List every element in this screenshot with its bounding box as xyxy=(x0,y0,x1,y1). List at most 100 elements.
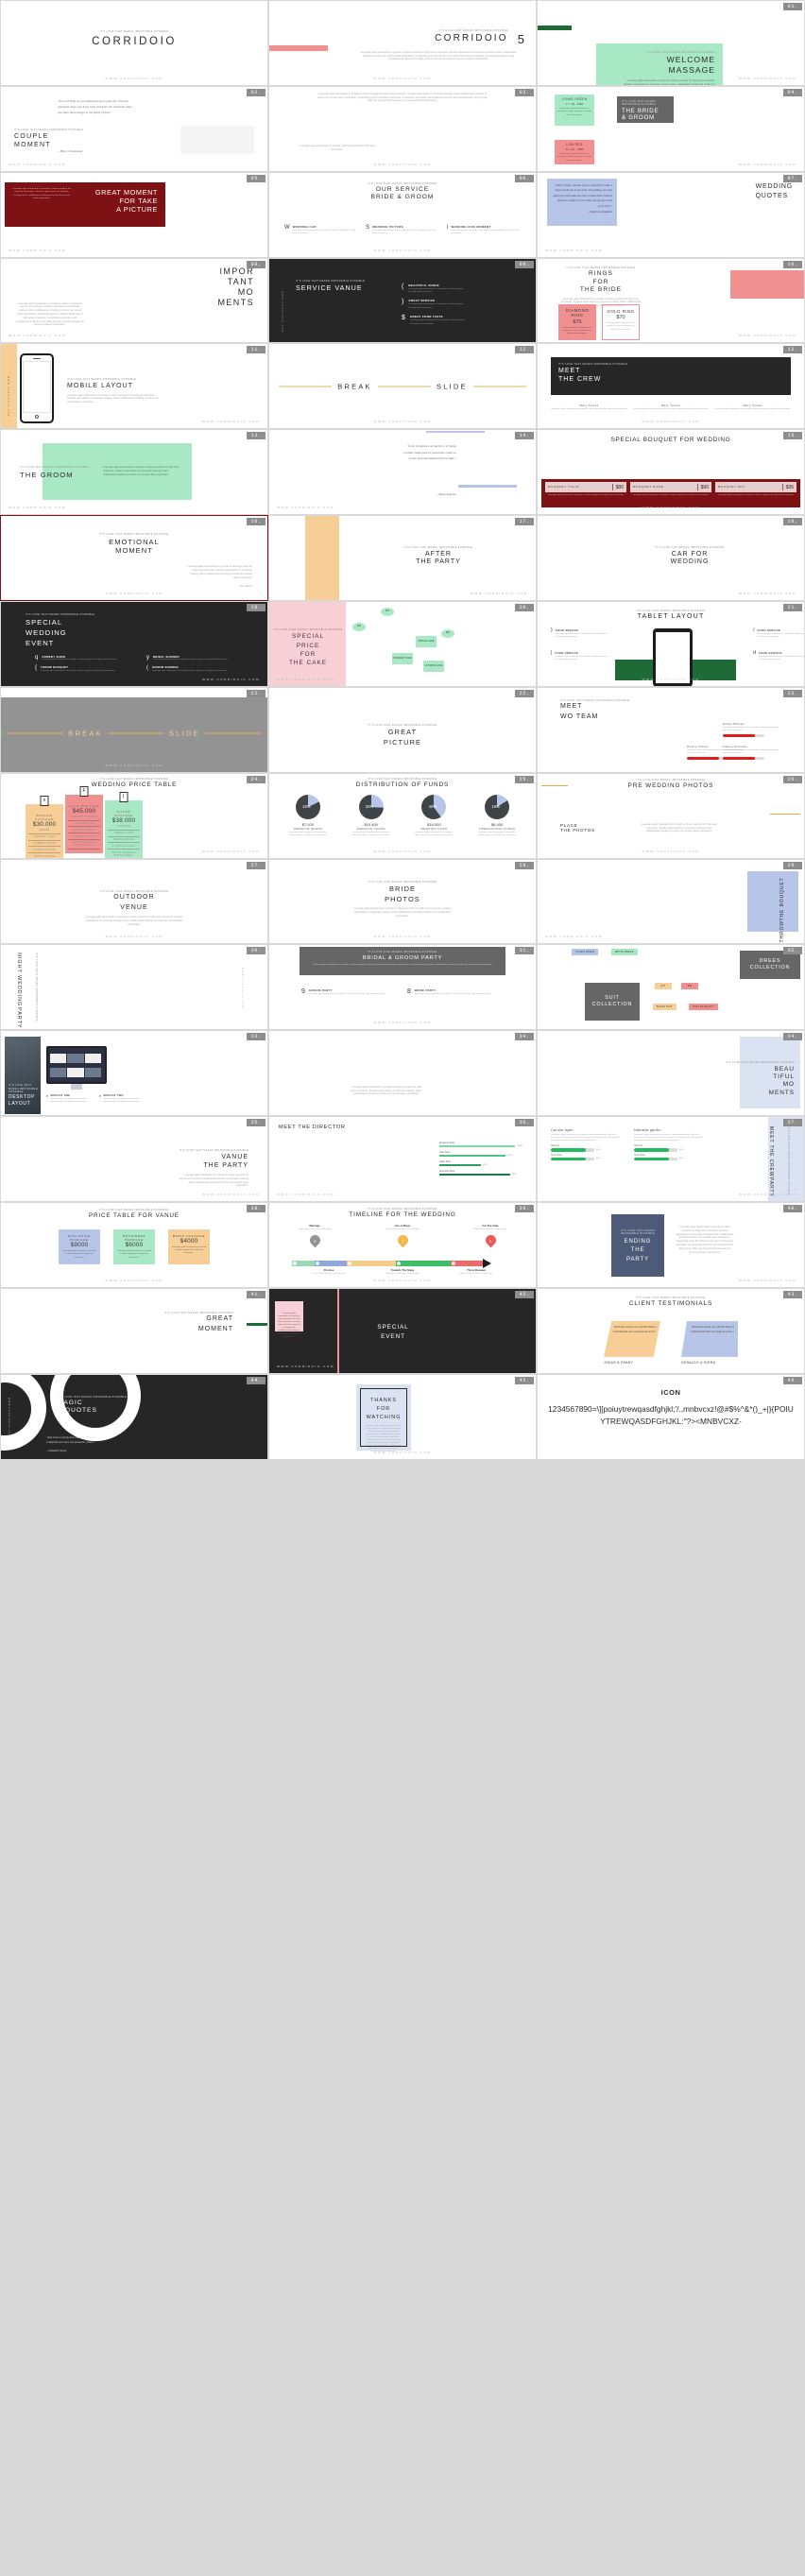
slide-12[interactable]: 10. IT'S LOVE THAT MAKES IMPOSSIBLE POSSI… xyxy=(537,257,805,344)
slide-5[interactable]: 03. Leverage agile frameworks to provide … xyxy=(268,85,537,172)
timeline-segment xyxy=(346,1260,397,1266)
food-icon: | xyxy=(551,650,553,657)
slide-18[interactable]: 15. SPECIAL BOUQUET FOR WEDDING BOUQUET TU… xyxy=(537,429,805,516)
slide-28[interactable]: 24. IT'S LOVE THAT MAKES IMPOSSIBLE POSSI… xyxy=(0,772,268,859)
slide-34[interactable]: 30. IT'S LOVE THAT MAKES IMPOSSIBLE POSSI… xyxy=(0,944,268,1031)
slide-43[interactable]: 38. IT'S LOVE THAT MAKES IMPOSSIBLE POSSI… xyxy=(0,1202,268,1288)
slide-26[interactable]: 22. IT'S LOVE THAT MAKES IMPOSSIBLE POSSI… xyxy=(268,686,537,773)
footer-url: WWW.CORRIDOIO.COM xyxy=(373,162,432,166)
slide-title: WEDDING xyxy=(755,182,793,190)
slide-31[interactable]: 27. IT'S LOVE THAT MAKES IMPOSSIBLE POSSI… xyxy=(0,858,268,945)
package-card[interactable]: BRONZE PACKAGE $30.000 INDOOR STANDART CAKE… xyxy=(26,803,63,858)
slide-title: PRICE TABLE FOR VANUE xyxy=(89,1212,180,1220)
slide-46[interactable]: 41. IT'S LOVE THAT MAKES IMPOSSIBLE POSSI… xyxy=(0,1287,268,1374)
slide-36[interactable]: 32. DREES COLLECTION SUIT COLLECTION SILVER… xyxy=(537,944,805,1031)
slide-37[interactable]: 33. IT'S LOVE THAT MAKES IMPOSSIBLE POSSI… xyxy=(0,1030,268,1117)
price-bubble[interactable]: SPECIAL CAKE xyxy=(416,636,437,648)
skill-value: 80% xyxy=(596,1158,601,1160)
slide-39[interactable]: 34. IT'S LOVE THAT MAKES IMPOSSIBLE POSSI… xyxy=(537,1030,805,1117)
price-bubble[interactable]: $60 xyxy=(352,623,366,632)
collection-chip[interactable]: WHITE DRESS xyxy=(611,949,638,956)
slide-51[interactable]: 46. ICON 1234567890=\][poiuytrewqasdfghjkl… xyxy=(537,1373,805,1460)
pie-percent: 40% xyxy=(428,804,437,810)
event-text: BRIDAL SHOWER Leverage agile frameworks t… xyxy=(153,655,228,662)
slide-13[interactable]: 11. WWW.CORRIDOIO.COM IT'S LOVE THAT MAKES… xyxy=(0,343,268,430)
slide-38[interactable]: 34. Leverage agile frameworks to provide … xyxy=(268,1030,537,1117)
slide-3[interactable]: 01. IT'S LOVE THAT MAKES IMPOSSIBLE POSSI… xyxy=(537,0,805,86)
slide-number: 39. xyxy=(514,1205,534,1213)
vanue-card[interactable]: BASIC PACKAGE $4000 Leverage agile framewo… xyxy=(168,1229,210,1264)
slide-number: 15. xyxy=(782,432,802,440)
collection-chip[interactable]: NAVY BLUE SUIT xyxy=(689,1004,718,1011)
slide-27[interactable]: 23. IT'S LOVE THAT MAKES IMPOSSIBLE POSSI… xyxy=(537,686,805,773)
slide-2[interactable]: IT'S LOVE THAT MAKES IMPOSSIBLE POSSIBLE… xyxy=(268,0,537,86)
collection-chip[interactable]: $77 xyxy=(655,983,672,990)
slide-11[interactable]: 09. IT'S LOVE THAT MAKES IMPOSSIBLE POSSI… xyxy=(268,257,537,344)
slide-24[interactable]: 21. IT'S LOVE THAT MAKES IMPOSSIBLE POSSI… xyxy=(537,601,805,687)
service-icon: $ xyxy=(402,315,405,322)
slide-32[interactable]: 28. IT'S LOVE THAT MAKES IMPOSSIBLE POSSI… xyxy=(268,858,537,945)
slide-19[interactable]: 16. IT'S LOVE THAT MAKES IMPOSSIBLE POSSI… xyxy=(0,515,268,602)
slide-17[interactable]: 14. "Love recognizes no barriers. It jump… xyxy=(268,429,537,516)
vanue-card[interactable]: BUSSINESS PACKAGE $6000 Leverage agile fra… xyxy=(113,1229,155,1264)
slide-49[interactable]: 44. WWW.CORRIDOIO.COM IT'S LOVE THAT MAKES… xyxy=(0,1373,268,1460)
slide-14[interactable]: 12. BREAK SLIDE WWW.CORRIDOIO.COM xyxy=(268,343,537,430)
slide-44[interactable]: 39. IT'S LOVE THAT MAKES IMPOSSIBLE POSSI… xyxy=(268,1202,537,1288)
collection-chip[interactable]: BLACK SUIT xyxy=(653,1004,677,1011)
slide-eyebrow: IT'S LOVE THAT MAKES IMPOSSIBLE POSSIBLE xyxy=(403,546,473,550)
slide-29[interactable]: 25. IT'S LOVE THAT MAKES IMPOSSIBLE POSSI… xyxy=(268,772,537,859)
amber-strip xyxy=(305,516,339,601)
body-text: Leverage agile frameworks to provide a r… xyxy=(555,632,608,638)
slide-4[interactable]: 02. "You will find, as you look back upon… xyxy=(0,85,268,172)
panel-right: GREAT MOMENT FOR TAKE A PICTURE xyxy=(95,188,158,221)
package-card[interactable]: GOLD PACKAGE $45.000 INDOOR & OUTDOOR ULTIM… xyxy=(65,794,103,853)
slide-eyebrow: IT'S LOVE THAT MAKES IMPOSSIBLE POSSIBLE xyxy=(636,610,706,613)
slide-eyebrow: IT'S LOVE THAT MAKES IMPOSSIBLE POSSIBLE xyxy=(9,1084,39,1094)
vanue-card[interactable]: EXCLUSIVE PACKAGE $8000 Leverage agile fra… xyxy=(59,1229,100,1264)
slide-16[interactable]: 13. IT'S LOVE THAT MAKES IMPOSSIBLE POSSI… xyxy=(0,429,268,516)
bar-label: Asian Style xyxy=(439,1160,451,1164)
side-label: WWW.CORRIDOIO.COM xyxy=(7,376,9,418)
slide-6[interactable]: 04. JONAS GREEN 17 - 09 - 1982 Leverage agi… xyxy=(537,85,805,172)
skill-progress xyxy=(634,1157,677,1161)
slide-7[interactable]: 05. Leverage agile frameworks to provide … xyxy=(0,171,268,258)
slide-40[interactable]: 35. IT'S LOVE THAT MAKES IMPOSSIBLE POSSI… xyxy=(0,1116,268,1203)
slide-title: FOR xyxy=(300,650,317,658)
slide-22[interactable]: 19. IT'S LOVE THAT MAKES IMPOSSIBLE POSSI… xyxy=(0,601,268,687)
slide-number: 43. xyxy=(782,1290,802,1298)
ring-price: $70 xyxy=(616,315,625,321)
slide-15[interactable]: 12. IT'S LOVE THAT MAKES IMPOSSIBLE POSSI… xyxy=(537,343,805,430)
dark-red-panel: Leverage agile frameworks to provide a r… xyxy=(5,181,165,227)
package-card[interactable]: SILVER PACKAGE $38.000 OUTDOOR SPECIAL CAKE… xyxy=(105,799,143,858)
price-bubble[interactable]: $75 xyxy=(381,608,394,617)
slide-21[interactable]: 18. IT'S LOVE THAT MAKES IMPOSSIBLE POSSI… xyxy=(537,515,805,602)
ring-name: GOLD RING xyxy=(607,308,635,314)
slide-33[interactable]: 29. THROWTHE BOUQUET WWW.CORRIDOIO.COM xyxy=(537,858,805,945)
service-text: BEAUTIFUL VENUE Leverage agile frameworks… xyxy=(408,283,465,295)
slide-1[interactable]: IT'S LOVE THAT MAKES IMPOSSIBLE POSSIBLE… xyxy=(0,0,268,86)
slide-9[interactable]: 07. "When I sleep, I dream of you, and wh… xyxy=(537,171,805,258)
event-item: (GROOM SHOWER Leverage agile frameworks t… xyxy=(146,665,250,673)
price-bubble[interactable]: $60 xyxy=(441,629,454,639)
slide-35[interactable]: 31. IT'S LOVE THAT MAKES IMPOSSIBLE POSSI… xyxy=(268,944,537,1031)
bar-fill xyxy=(439,1164,481,1166)
price-bubble[interactable]: STANDART CAKE xyxy=(392,653,413,665)
slide-47[interactable]: 42. Leverage agile frameworks to provide … xyxy=(268,1287,537,1374)
price-bubble[interactable]: ULTIMATE CAKE xyxy=(423,661,444,673)
slide-25[interactable]: 22. BREAK SLIDE WWW.CORRIDOIO.COM xyxy=(0,686,268,773)
body-text: Leverage agile frameworks to provide a r… xyxy=(408,303,464,309)
slide-title: PICTURE xyxy=(383,738,422,747)
slide-48[interactable]: 43. IT'S LOVE THAT MAKES IMPOSSIBLE POSSI… xyxy=(537,1287,805,1374)
slide-20[interactable]: 17. IT'S LOVE THAT MAKES IMPOSSIBLE POSSI… xyxy=(268,515,537,602)
package-price: $38.000 xyxy=(111,817,136,825)
slide-42[interactable]: 37. IT'S LOVE THAT MAKES IMPOSSIBLE POSSI… xyxy=(537,1116,805,1203)
collection-chip[interactable]: SILVER DRESS xyxy=(572,949,599,956)
slide-10[interactable]: 08. IMPOR TANT MO MENTS Leverage agile framew… xyxy=(0,257,268,344)
slide-23[interactable]: 20. IT'S LOVE THAT MAKES IMPOSSIBLE POSSI… xyxy=(268,601,537,687)
slide-41[interactable]: 36. MEET THE DIRECTOR European Style 100% La… xyxy=(268,1116,537,1203)
slide-45[interactable]: 40. IT'S LOVE THAT MAKES IMPOSSIBLE POSSI… xyxy=(537,1202,805,1288)
slide-50[interactable]: 45. THANKS FOR WATCHING Leverage agile frame… xyxy=(268,1373,537,1460)
collection-chip[interactable]: $95 xyxy=(681,983,698,990)
slide-30[interactable]: 26. IT'S LOVE THAT MAKES IMPOSSIBLE POSSI… xyxy=(537,772,805,859)
slide-8[interactable]: 06. IT'S LOVE THAT MAKES IMPOSSIBLE POSSI… xyxy=(268,171,537,258)
